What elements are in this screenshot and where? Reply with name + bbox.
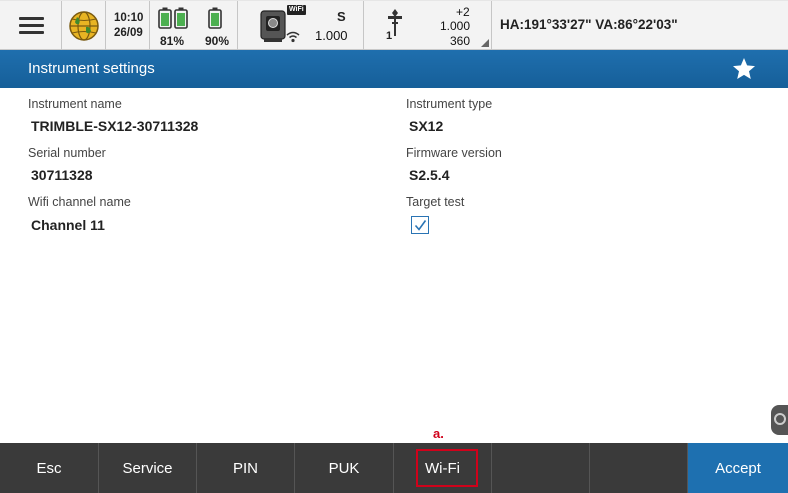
target-test-label: Target test	[406, 195, 465, 209]
firmware-version-label: Firmware version	[406, 146, 502, 160]
instrument-name-value: TRIMBLE-SX12-30711328	[31, 118, 199, 134]
wifi-button[interactable]: Wi-Fi	[394, 443, 492, 493]
star-icon[interactable]	[731, 56, 757, 82]
empty-softkey	[590, 443, 688, 493]
gnss-status-button[interactable]	[62, 1, 106, 50]
instrument-status-button[interactable]: WiFi S 1.000	[238, 1, 364, 50]
esc-button[interactable]: Esc	[0, 443, 99, 493]
page-title: Instrument settings	[28, 60, 155, 77]
battery-right-text: 90%	[205, 34, 230, 48]
serial-number-value: 30711328	[31, 167, 93, 183]
time-text: 10:10	[114, 12, 144, 24]
battery-icon	[158, 7, 188, 29]
checkmark-icon	[414, 219, 426, 231]
side-panel-handle[interactable]	[771, 405, 788, 435]
target-height: 1.000	[440, 19, 471, 33]
pin-button[interactable]: PIN	[197, 443, 295, 493]
total-station-icon	[260, 10, 286, 42]
empty-softkey	[492, 443, 590, 493]
service-button[interactable]: Service	[99, 443, 197, 493]
target-count: 1	[386, 30, 393, 42]
target-value: 360	[450, 34, 471, 48]
accept-button[interactable]: Accept	[688, 443, 788, 493]
datetime-display: 10:10 26/09	[106, 1, 150, 50]
menu-button[interactable]	[0, 1, 62, 50]
target-status-button[interactable]: 1 +2 1.000 360	[364, 1, 492, 50]
instrument-name-label: Instrument name	[28, 97, 122, 111]
wifi-icon	[286, 31, 300, 43]
battery-status-button[interactable]: 81% 90%	[150, 1, 238, 50]
handle-icon	[774, 413, 786, 425]
wifi-badge: WiFi	[287, 5, 306, 15]
instrument-type-label: Instrument type	[406, 97, 493, 111]
globe-icon	[69, 11, 99, 41]
annotation-label: a.	[433, 426, 444, 441]
instrument-letter: S	[337, 9, 346, 24]
battery-icon	[208, 7, 222, 29]
instrument-type-value: SX12	[409, 118, 444, 134]
instrument-value: 1.000	[315, 28, 348, 43]
angles-readout: HA:191°33'27" VA:86°22'03"	[500, 17, 678, 32]
target-prism-constant: +2	[456, 5, 470, 19]
dropdown-corner-icon	[481, 39, 489, 47]
wifi-channel-label: Wifi channel name	[28, 195, 131, 209]
title-bar: Instrument settings	[0, 50, 788, 88]
firmware-version-value: S2.5.4	[409, 167, 450, 183]
battery-left-text: 81%	[160, 34, 185, 48]
date-text: 26/09	[114, 27, 143, 39]
target-test-checkbox[interactable]	[411, 216, 429, 234]
puk-button[interactable]: PUK	[295, 443, 394, 493]
wifi-channel-value: Channel 11	[31, 217, 105, 233]
status-bar: 10:10 26/09 81% 90% WiFi S 1.000 1 +2 1.…	[0, 0, 788, 50]
serial-number-label: Serial number	[28, 146, 106, 160]
bottom-bar: Esc Service PIN PUK Wi-Fi Accept	[0, 443, 788, 493]
